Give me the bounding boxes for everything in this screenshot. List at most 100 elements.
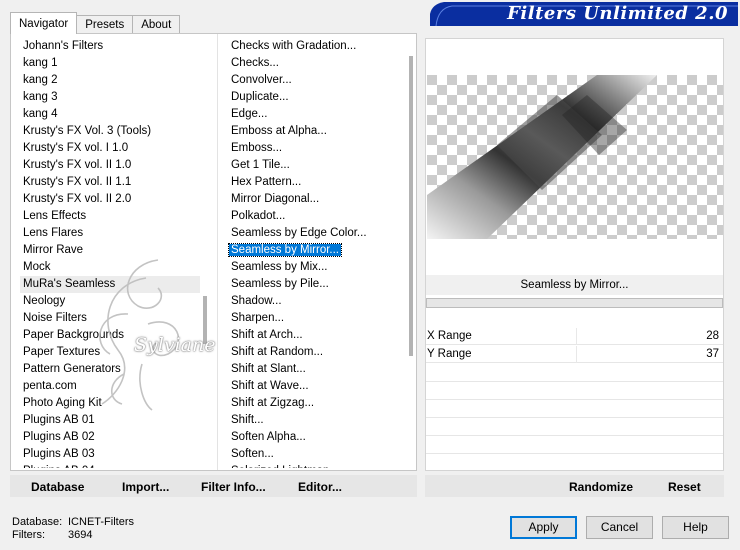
list-item[interactable]: Duplicate... [228,89,413,106]
cancel-button[interactable]: Cancel [586,516,653,539]
list-item[interactable]: Shift at Wave... [228,378,413,395]
selected-filter-name: Seamless by Mirror... [426,275,723,295]
list-item[interactable]: Krusty's FX vol. I 1.0 [20,140,200,157]
list-item[interactable]: Hex Pattern... [228,174,413,191]
tab-bar: Navigator Presets About [10,12,181,34]
list-item-label: Hex Pattern... [231,176,302,188]
navigator-panel: Johann's Filters kang 1 kang 2 kang 3 kang 4… [10,33,417,471]
list-item[interactable]: Paper Textures [20,344,200,361]
list-item[interactable]: kang 1 [20,55,200,72]
list-item[interactable]: Shift at Zigzag... [228,395,413,412]
param-divider [576,328,577,345]
list-item[interactable]: kang 2 [20,72,200,89]
list-item[interactable]: Soften Alpha... [228,429,413,446]
database-button[interactable]: Database [31,480,84,494]
list-item-label: MuRa's Seamless [23,278,116,290]
param-row-empty [426,417,723,418]
param-row-x-range[interactable]: X Range 28 [426,328,723,345]
filters-count-value: 3694 [68,529,93,541]
list-item-label: kang 1 [23,57,58,69]
list-item[interactable]: Seamless by Edge Color... [228,225,413,242]
list-item[interactable]: Shadow... [228,293,413,310]
list-item[interactable]: Shift at Arch... [228,327,413,344]
list-item[interactable]: Shift at Random... [228,344,413,361]
import-button[interactable]: Import... [122,480,169,494]
param-label: X Range [427,330,472,342]
list-item-label: Shift at Wave... [231,380,309,392]
randomize-button[interactable]: Randomize [569,480,633,494]
list-item[interactable]: Checks... [228,55,413,72]
param-row-empty [426,435,723,436]
list-item[interactable]: Pattern Generators [20,361,200,378]
list-item[interactable]: Paper Backgrounds [20,327,200,344]
list-item-label: Solarized Lightmap... [231,465,339,468]
list-item[interactable]: Seamless by Mix... [228,259,413,276]
tab-presets[interactable]: Presets [76,15,134,34]
list-item[interactable]: Emboss at Alpha... [228,123,413,140]
filter-list[interactable]: Checks with Gradation... Checks... Convolv… [228,38,413,468]
list-item[interactable]: Johann's Filters [20,38,200,55]
list-item-label: Seamless by Mix... [231,261,328,273]
list-item[interactable]: Emboss... [228,140,413,157]
list-item-label: Lens Effects [23,210,87,222]
list-item[interactable]: Checks with Gradation... [228,38,413,55]
list-item[interactable]: Mirror Diagonal... [228,191,413,208]
list-item[interactable]: Lens Flares [20,225,200,242]
list-item[interactable]: Krusty's FX vol. II 2.0 [20,191,200,208]
list-item[interactable]: Seamless by Pile... [228,276,413,293]
help-button[interactable]: Help [662,516,729,539]
list-item[interactable]: Edge... [228,106,413,123]
list-item[interactable]: Krusty's FX Vol. 3 (Tools) [20,123,200,140]
param-row-y-range[interactable]: Y Range 37 [426,346,723,363]
list-item-label: Emboss at Alpha... [231,125,327,137]
list-item[interactable]: Krusty's FX vol. II 1.0 [20,157,200,174]
apply-button[interactable]: Apply [510,516,577,539]
list-item[interactable]: Mirror Rave [20,242,200,259]
list-item[interactable]: Shift... [228,412,413,429]
list-item[interactable]: Lens Effects [20,208,200,225]
list-item[interactable]: MuRa's Seamless [20,276,200,293]
list-item[interactable]: penta.com [20,378,200,395]
list-item-label: Paper Textures [23,346,101,358]
preview-image [427,75,723,239]
category-list[interactable]: Johann's Filters kang 1 kang 2 kang 3 kang 4… [20,38,200,468]
reset-button[interactable]: Reset [668,480,701,494]
list-item[interactable]: Solarized Lightmap... [228,463,413,468]
param-value[interactable]: 28 [706,328,719,345]
editor-button[interactable]: Editor... [298,480,342,494]
list-item[interactable]: Photo Aging Kit [20,395,200,412]
list-item-label: kang 2 [23,74,58,86]
category-scrollbar[interactable] [203,296,207,344]
list-item[interactable]: Soften... [228,446,413,463]
list-item[interactable]: Krusty's FX vol. II 1.1 [20,174,200,191]
list-item[interactable]: Convolver... [228,72,413,89]
list-item[interactable]: kang 4 [20,106,200,123]
list-item[interactable]: Plugins AB 02 [20,429,200,446]
list-item[interactable]: Plugins AB 04 [20,463,200,468]
list-item[interactable]: Polkadot... [228,208,413,225]
list-item[interactable]: Shift at Slant... [228,361,413,378]
list-item-label: Seamless by Edge Color... [231,227,367,239]
list-item-label: Noise Filters [23,312,87,324]
list-item[interactable]: Get 1 Tile... [228,157,413,174]
list-item-label: Soften... [231,448,274,460]
tab-navigator[interactable]: Navigator [10,12,78,34]
list-item[interactable]: Seamless by Mirror... [228,242,413,259]
filter-info-button[interactable]: Filter Info... [201,480,266,494]
list-item[interactable]: Noise Filters [20,310,200,327]
list-item[interactable]: Plugins AB 03 [20,446,200,463]
list-item[interactable]: Mock [20,259,200,276]
list-item-label: Plugins AB 01 [23,414,95,426]
filter-scrollbar[interactable] [409,56,413,356]
list-item-label: Plugins AB 02 [23,431,95,443]
list-item[interactable]: Sharpen... [228,310,413,327]
param-row-empty [426,453,723,454]
param-value[interactable]: 37 [706,346,719,363]
list-item[interactable]: kang 3 [20,89,200,106]
list-item-label: Neology [23,295,66,307]
list-item-label: Shift at Zigzag... [231,397,315,409]
list-item[interactable]: Plugins AB 01 [20,412,200,429]
tab-about[interactable]: About [132,15,181,34]
list-item[interactable]: Neology [20,293,200,310]
list-item-label: kang 3 [23,91,58,103]
